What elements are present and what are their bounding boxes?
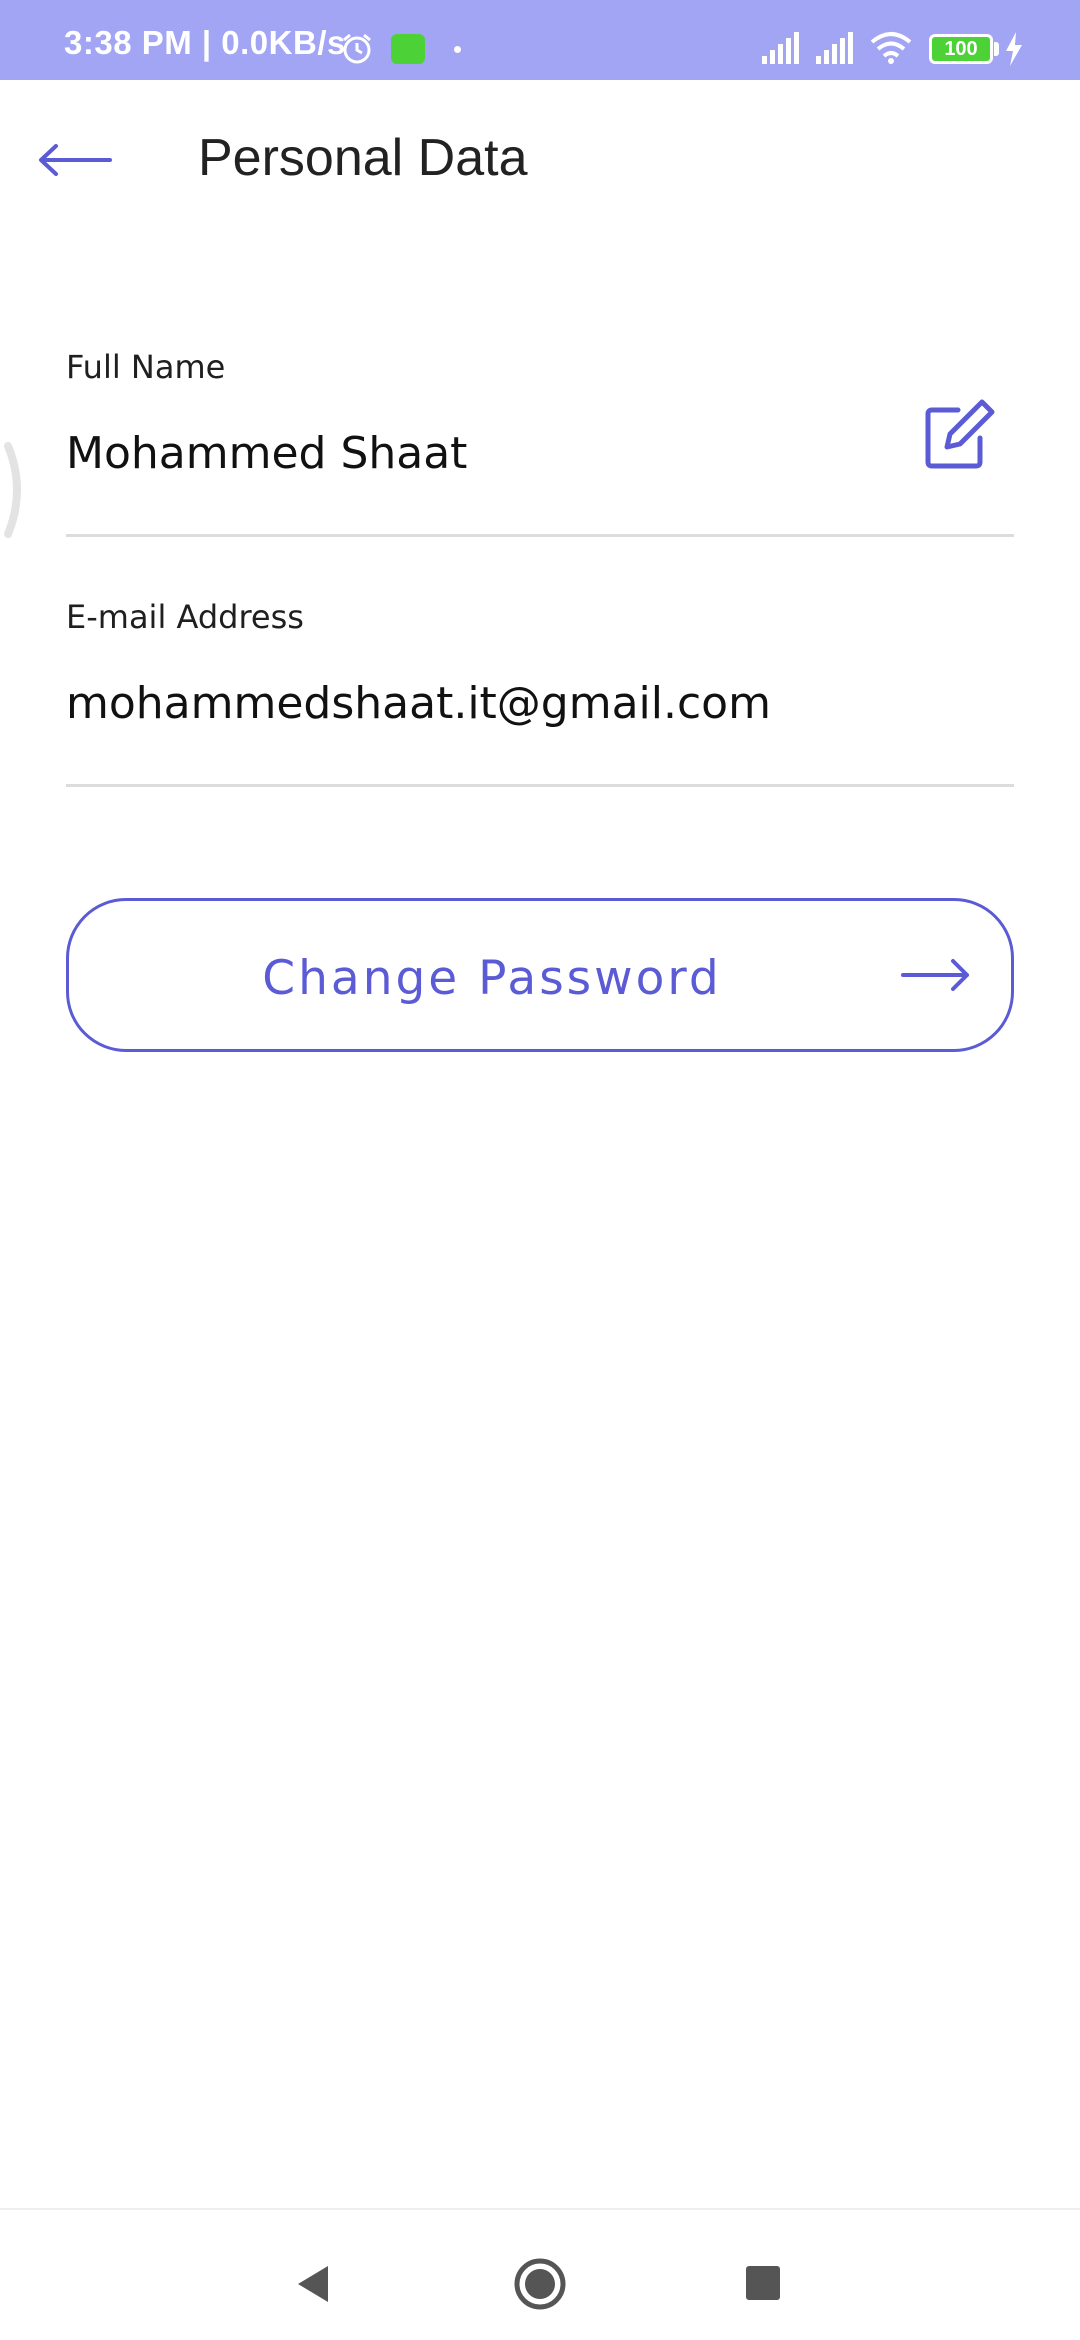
status-time: 3:38 PM | 0.0KB/s [64,24,346,61]
navigation-bar [0,2208,1080,2340]
edit-icon [925,399,995,469]
signal-icon [762,32,799,64]
charging-icon [1006,32,1022,66]
divider [66,784,1014,787]
notification-dot-icon [454,46,461,53]
full-name-label: Full Name [66,348,226,386]
full-name-value: Mohammed Shaat [66,428,468,479]
wifi-icon [870,32,912,64]
arrow-left-icon [39,144,112,176]
back-button[interactable] [36,130,126,190]
alarm-icon [343,33,371,64]
battery-tip [994,42,999,56]
nav-back-icon[interactable] [296,2264,330,2304]
status-bar: 3:38 PM | 0.0KB/s 100 [0,0,1080,80]
email-value: mohammedshaat.it@gmail.com [66,678,771,729]
email-label: E-mail Address [66,598,304,636]
edit-button[interactable] [920,396,1000,476]
change-password-label: Change Password [262,951,722,1006]
battery-icon: 100 [929,34,993,64]
signal-icon [816,32,853,64]
page-title: Personal Data [198,129,528,187]
change-password-button[interactable]: Change Password [66,898,1014,1052]
nav-recents-icon[interactable] [746,2266,780,2300]
app-notification-icon [391,34,425,64]
personal-data-screen: 3:38 PM | 0.0KB/s 100 Personal Data Full… [0,0,1080,2340]
divider [66,534,1014,537]
edge-swipe-handle [4,442,21,538]
nav-home-icon[interactable] [512,2256,568,2312]
arrow-right-icon [901,959,969,991]
